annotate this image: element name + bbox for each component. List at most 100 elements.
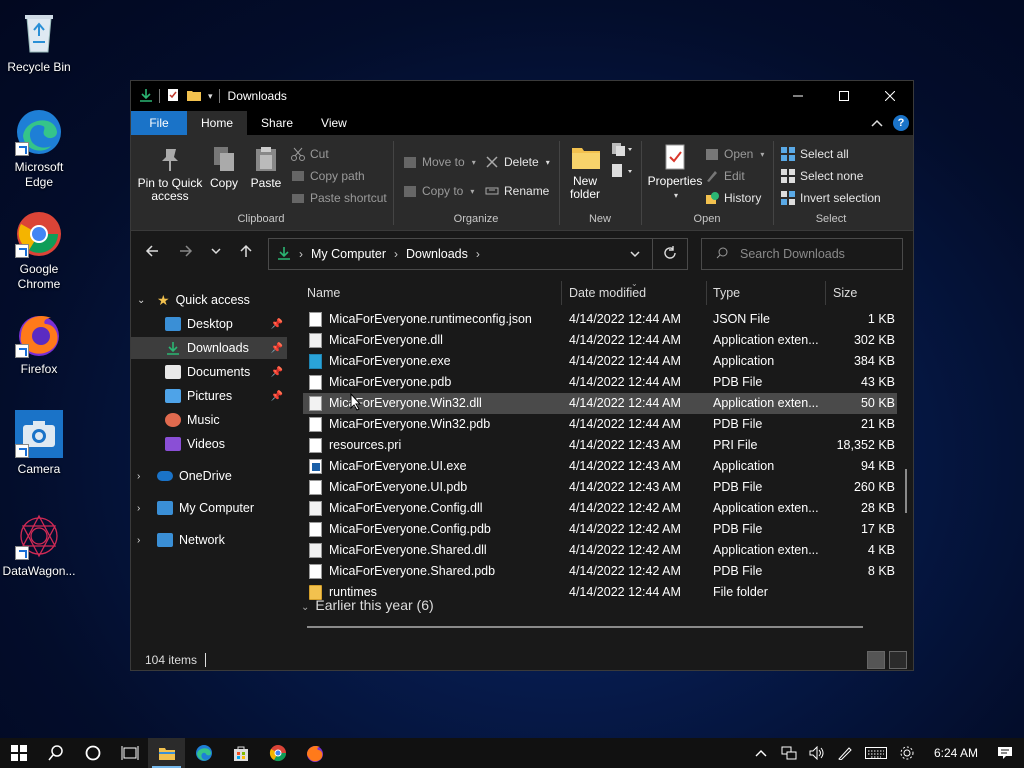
cut-button[interactable]: Cut <box>291 147 329 161</box>
file-row[interactable]: MicaForEveryone.exe 4/14/2022 12:44 AM App… <box>303 351 897 372</box>
new-folder-button[interactable]: New folder <box>565 143 605 201</box>
file-row[interactable]: MicaForEveryone.Shared.pdb 4/14/2022 12:4… <box>303 561 897 582</box>
address-history-dropdown-icon[interactable] <box>630 247 640 261</box>
help-icon[interactable]: ? <box>893 115 909 131</box>
group-header-earlier-this-year[interactable]: ⌄ Earlier this year (6) <box>301 597 434 613</box>
column-header-name[interactable]: Name <box>307 279 340 307</box>
taskbar-firefox[interactable] <box>296 738 333 768</box>
pin-quick-access-button[interactable]: Pin to Quick access <box>135 145 205 203</box>
properties-quick-icon[interactable] <box>166 88 180 105</box>
search-taskbar-button[interactable] <box>37 738 74 768</box>
refresh-icon[interactable] <box>663 245 677 263</box>
edit-button[interactable]: Edit <box>705 169 745 183</box>
collapse-ribbon-icon[interactable] <box>871 116 883 130</box>
back-button[interactable] <box>145 244 159 263</box>
rename-button[interactable]: Rename <box>485 184 549 198</box>
file-row[interactable]: MicaForEveryone.Config.dll 4/14/2022 12:4… <box>303 498 897 519</box>
settings-gear-tray-icon[interactable] <box>898 744 916 762</box>
close-button[interactable] <box>867 81 913 111</box>
cortana-button[interactable] <box>74 738 111 768</box>
nav-item-pictures[interactable]: Pictures 📌 <box>131 385 287 407</box>
clock-time[interactable]: 6:24 AM <box>934 746 978 760</box>
touch-keyboard-tray-icon[interactable] <box>864 744 888 762</box>
task-view-button[interactable] <box>111 738 148 768</box>
action-center-icon[interactable] <box>996 744 1014 762</box>
address-bar[interactable]: › My Computer › Downloads › <box>268 238 688 270</box>
nav-item-desktop[interactable]: Desktop 📌 <box>131 313 287 335</box>
file-row[interactable]: MicaForEveryone.runtimeconfig.json 4/14/2… <box>303 309 897 330</box>
column-header-type[interactable]: Type <box>713 279 740 307</box>
show-hidden-icons-chevron-icon[interactable] <box>752 744 770 762</box>
taskbar-chrome[interactable] <box>259 738 296 768</box>
column-header-date[interactable]: Date modified <box>569 279 646 307</box>
expand-chevron-icon[interactable]: › <box>137 503 151 514</box>
file-row[interactable]: MicaForEveryone.Win32.pdb 4/14/2022 12:44… <box>303 414 897 435</box>
taskbar-file-explorer[interactable] <box>148 738 185 768</box>
tab-home[interactable]: Home <box>187 111 248 135</box>
column-header-size[interactable]: Size <box>833 279 857 307</box>
expand-chevron-icon[interactable]: › <box>137 535 151 546</box>
nav-network[interactable]: › Network <box>131 529 287 551</box>
file-row[interactable]: MicaForEveryone.UI.exe 4/14/2022 12:43 AM… <box>303 456 897 477</box>
history-button[interactable]: History <box>705 191 761 205</box>
recent-locations-button[interactable] <box>211 244 221 263</box>
taskbar-edge[interactable] <box>185 738 222 768</box>
nav-item-music[interactable]: Music <box>131 409 287 431</box>
minimize-button[interactable] <box>775 81 821 111</box>
volume-tray-icon[interactable] <box>808 744 826 762</box>
tab-share[interactable]: Share <box>247 111 307 135</box>
file-row[interactable]: MicaForEveryone.Shared.dll 4/14/2022 12:4… <box>303 540 897 561</box>
pen-tray-icon[interactable] <box>836 744 854 762</box>
nav-my-computer[interactable]: › My Computer <box>131 497 287 519</box>
datawagon-shortcut[interactable]: DataWagon... <box>1 512 77 579</box>
large-icons-view-button[interactable] <box>889 651 907 669</box>
firefox-shortcut[interactable]: Firefox <box>1 310 77 377</box>
forward-button[interactable] <box>179 244 193 263</box>
tab-view[interactable]: View <box>307 111 361 135</box>
new-item-button[interactable] <box>611 141 633 160</box>
network-tray-icon[interactable] <box>780 744 798 762</box>
maximize-button[interactable] <box>821 81 867 111</box>
properties-button[interactable]: Properties ▾ <box>647 143 703 202</box>
recycle-bin-shortcut[interactable]: Recycle Bin <box>1 8 77 75</box>
easy-access-button[interactable] <box>611 163 633 182</box>
camera-shortcut[interactable]: Camera <box>1 410 77 477</box>
new-folder-quick-icon[interactable] <box>186 88 202 105</box>
open-button[interactable]: Open ▾ <box>705 147 764 161</box>
file-row[interactable]: MicaForEveryone.Win32.dll 4/14/2022 12:44… <box>303 393 897 414</box>
file-row[interactable]: MicaForEveryone.dll 4/14/2022 12:44 AM App… <box>303 330 897 351</box>
expand-chevron-icon[interactable]: ⌄ <box>137 295 151 306</box>
delete-button[interactable]: Delete ▾ <box>485 155 550 169</box>
tab-file[interactable]: File <box>131 111 187 135</box>
file-row[interactable]: MicaForEveryone.UI.pdb 4/14/2022 12:43 AM… <box>303 477 897 498</box>
copy-button[interactable]: Copy <box>207 145 241 190</box>
breadcrumb-downloads[interactable]: Downloads <box>406 247 468 261</box>
move-to-button[interactable]: Move to ▾ <box>403 155 476 169</box>
nav-quick-access[interactable]: ⌄ ★ Quick access <box>131 289 287 311</box>
select-all-button[interactable]: Select all <box>781 147 849 161</box>
nav-item-videos[interactable]: Videos <box>131 433 287 455</box>
horizontal-scrollbar[interactable] <box>307 626 863 628</box>
details-view-button[interactable] <box>867 651 885 669</box>
nav-item-documents[interactable]: Documents 📌 <box>131 361 287 383</box>
file-row[interactable]: MicaForEveryone.pdb 4/14/2022 12:44 AM PDB… <box>303 372 897 393</box>
up-button[interactable] <box>239 244 253 263</box>
breadcrumb-my-computer[interactable]: My Computer <box>311 247 386 261</box>
edge-shortcut[interactable]: Microsoft Edge <box>1 108 77 190</box>
expand-chevron-icon[interactable]: › <box>137 471 151 482</box>
file-row[interactable]: resources.pri 4/14/2022 12:43 AM PRI File 1… <box>303 435 897 456</box>
nav-item-downloads[interactable]: Downloads 📌 <box>131 337 287 359</box>
nav-onedrive[interactable]: › OneDrive <box>131 465 287 487</box>
vertical-scrollbar[interactable] <box>905 469 907 513</box>
customize-quick-access-icon[interactable]: ▾ <box>208 91 213 102</box>
paste-button[interactable]: Paste <box>247 145 285 190</box>
chrome-shortcut[interactable]: Google Chrome <box>1 210 77 292</box>
taskbar-store[interactable] <box>222 738 259 768</box>
copy-path-button[interactable]: Copy path <box>291 169 365 183</box>
invert-selection-button[interactable]: Invert selection <box>781 191 881 205</box>
select-none-button[interactable]: Select none <box>781 169 863 183</box>
paste-shortcut-button[interactable]: Paste shortcut <box>291 191 387 205</box>
copy-to-button[interactable]: Copy to ▾ <box>403 184 474 198</box>
file-row[interactable]: MicaForEveryone.Config.pdb 4/14/2022 12:4… <box>303 519 897 540</box>
search-box[interactable]: Search Downloads <box>701 238 903 270</box>
